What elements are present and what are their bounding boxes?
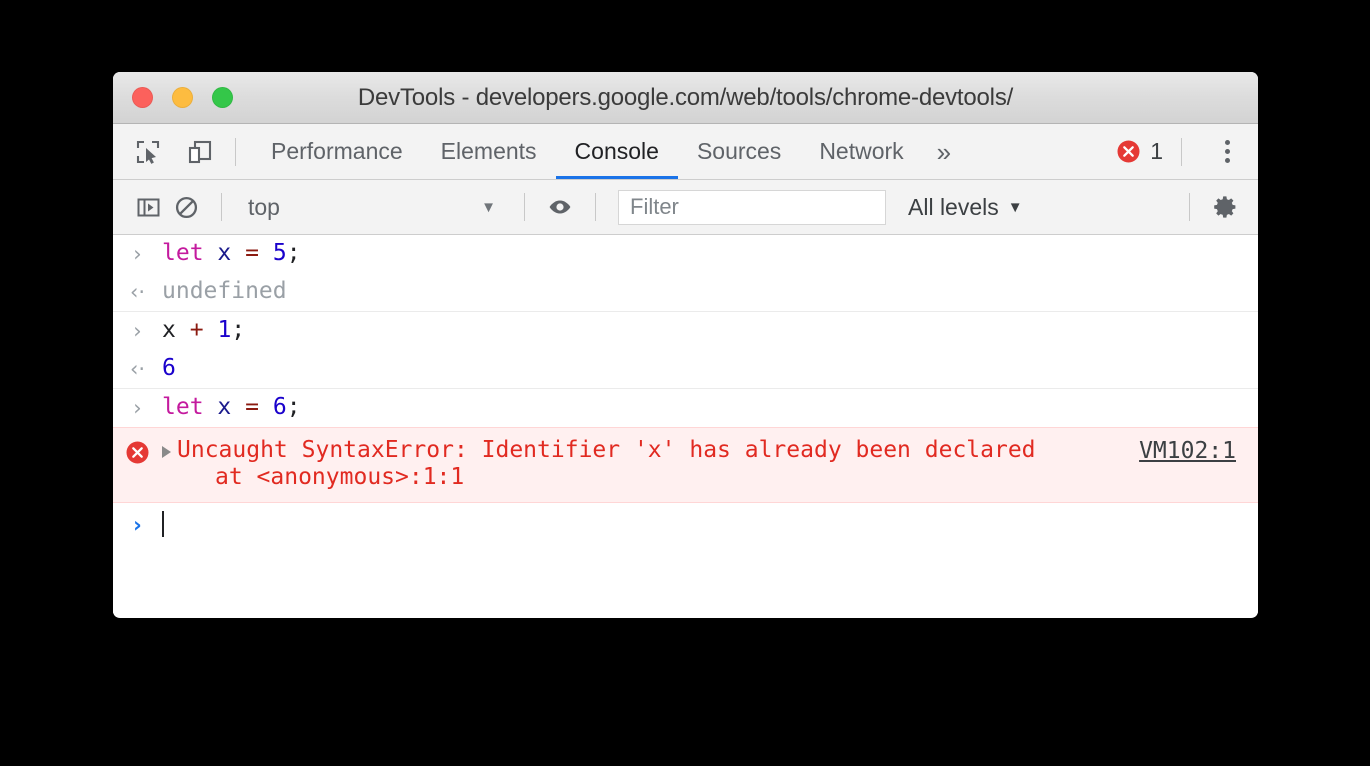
console-error-row[interactable]: Uncaught SyntaxError: Identifier 'x' has… [113,427,1258,503]
input-arrow-icon: › [133,242,142,266]
console-output-row: ‹· undefined [113,273,1258,312]
more-tabs-chevron-icon[interactable]: » [923,139,965,165]
tabbar-divider [235,137,236,166]
console-input-text-2: x + 1; [162,317,246,343]
console-prompt-row[interactable]: › [113,503,1258,545]
execution-context-select[interactable]: top ▼ [238,194,508,221]
kebab-dot-1 [1224,140,1230,145]
console-filter-input[interactable]: Filter [618,189,886,225]
expand-error-triangle-icon[interactable] [162,446,171,458]
output-arrow-icon: ‹· [129,280,146,304]
inspect-element-icon[interactable] [129,133,167,171]
text-cursor [162,511,164,537]
console-message-list[interactable]: › let x = 5; ‹· undefined › x + 1; ‹· 6 … [113,235,1258,617]
log-levels-select[interactable]: All levels ▼ [908,194,1023,221]
window-titlebar: DevTools - developers.google.com/web/too… [113,72,1258,124]
devtools-window: DevTools - developers.google.com/web/too… [113,72,1258,618]
console-output-row-2: ‹· 6 [113,350,1258,389]
console-prompt-input[interactable] [162,511,1258,539]
console-output-text: undefined [162,278,287,304]
console-input-gutter-2: › [113,317,162,344]
console-input-row: › let x = 5; [113,235,1258,273]
error-circle-icon-message [126,441,149,464]
prompt-arrow-icon: › [133,513,142,537]
tab-elements[interactable]: Elements [422,124,556,179]
console-input-gutter-3: › [113,394,162,421]
maximize-window-button[interactable] [212,87,233,108]
console-input-text: let x = 5; [162,240,301,266]
output-arrow-icon-2: ‹· [129,357,146,381]
log-levels-value: All levels [908,193,999,220]
input-arrow-icon-3: › [133,396,142,420]
kebab-dot-3 [1224,158,1230,163]
tab-console[interactable]: Console [555,124,679,179]
console-error-message: Uncaught SyntaxError: Identifier 'x' has… [177,437,1036,463]
error-count-label: 1 [1150,138,1163,164]
console-toolbar-divider-2 [524,193,525,221]
console-toolbar-divider-1 [221,193,222,221]
error-circle-icon [1117,140,1140,163]
tab-performance[interactable]: Performance [252,124,422,179]
console-toolbar: top ▼ Filter All levels ▼ [113,180,1258,235]
console-input-text-3: let x = 6; [162,394,301,420]
clear-console-icon[interactable] [167,188,205,226]
window-title: DevTools - developers.google.com/web/too… [357,83,1014,111]
panel-tabs: Performance Elements Console Sources Net… [252,124,965,179]
live-expression-eye-icon[interactable] [541,188,579,226]
console-error-source-link[interactable]: VM102:1 [1139,437,1258,465]
settings-gear-icon[interactable] [1206,188,1244,226]
tab-network[interactable]: Network [800,124,922,179]
devtools-tabbar: Performance Elements Console Sources Net… [113,124,1258,180]
console-input-gutter: › [113,240,162,267]
chevron-down-icon-levels: ▼ [1007,198,1023,216]
console-prompt-gutter: › [113,511,162,538]
tab-sources[interactable]: Sources [678,124,800,179]
tabbar-tool-icons [129,133,219,171]
console-error-icon-cell [113,437,162,465]
kebab-menu-icon[interactable] [1210,133,1244,171]
console-input-row-3: › let x = 6; [113,389,1258,427]
minimize-window-button[interactable] [172,87,193,108]
traffic-light-group [132,87,233,108]
console-output-gutter-2: ‹· [113,355,162,382]
console-toolbar-divider-4 [1189,193,1190,221]
console-output-text-2: 6 [162,355,176,381]
error-count-badge[interactable]: 1 [1116,138,1163,165]
device-toolbar-icon[interactable] [181,133,219,171]
chevron-down-icon: ▼ [481,198,496,216]
execution-context-value: top [248,193,280,220]
console-output-gutter: ‹· [113,278,162,305]
console-toolbar-divider-3 [595,193,596,221]
close-window-button[interactable] [132,87,153,108]
input-arrow-icon-2: › [133,319,142,343]
show-console-sidebar-icon[interactable] [129,188,167,226]
console-input-row-2: › x + 1; [113,312,1258,350]
console-error-text: Uncaught SyntaxError: Identifier 'x' has… [177,437,1139,491]
tabbar-divider-right [1181,137,1182,166]
kebab-dot-2 [1224,149,1230,154]
console-error-stack: at <anonymous>:1:1 [215,464,465,490]
